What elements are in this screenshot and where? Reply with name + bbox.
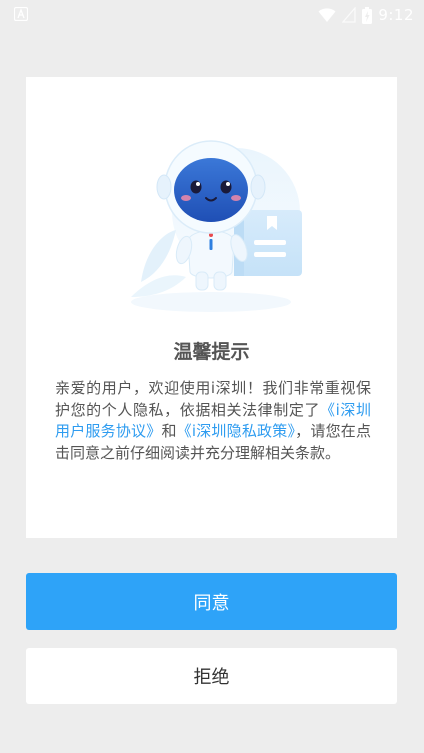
wifi-icon	[318, 8, 336, 22]
notification-a-icon	[14, 7, 28, 21]
refuse-button[interactable]: 拒绝	[26, 648, 397, 704]
dialog-title: 温馨提示	[173, 341, 250, 363]
status-bar: 9:12	[0, 0, 424, 30]
privacy-dialog: 温馨提示 亲爱的用户，欢迎使用i深圳！我们非常重视保护您的个人隐私，依据相关法律…	[26, 77, 397, 538]
privacy-policy-link[interactable]: 《i深圳隐私政策》	[177, 422, 296, 440]
signal-icon	[342, 7, 356, 23]
robot-mascot-illustration	[131, 140, 302, 312]
status-time: 9:12	[378, 6, 414, 24]
agree-button[interactable]: 同意	[26, 573, 397, 630]
privacy-consent-screen: 9:12 温馨提示 亲爱的用户，欢迎使用i深圳！我们非常重视保护您的个人隐私，依…	[0, 0, 424, 753]
dialog-body: 亲爱的用户，欢迎使用i深圳！我们非常重视保护您的个人隐私，依据相关法律制定了《i…	[55, 378, 371, 464]
battery-icon	[362, 6, 373, 24]
body-text-and: 和	[161, 422, 177, 440]
status-icons: 9:12	[318, 5, 414, 25]
